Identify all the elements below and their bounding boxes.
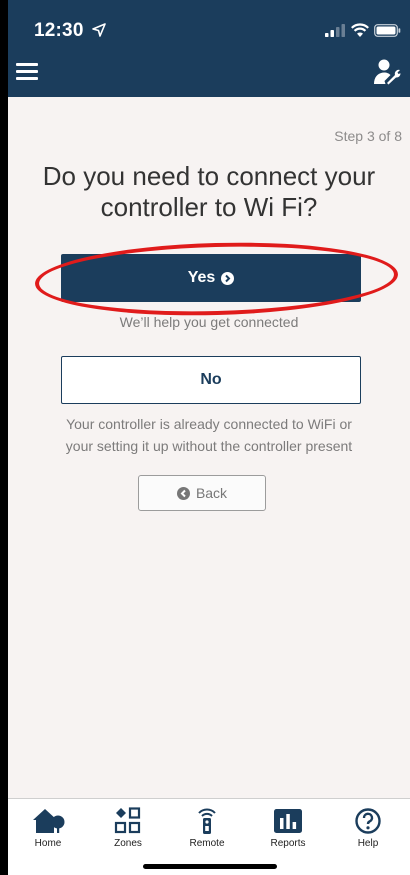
tab-help-label: Help [357,838,379,849]
app-screen: 12:30 Step 3 of 8 Do you need to connect… [8,0,410,875]
no-description: Your controller is already connected to … [8,413,410,457]
tab-zones-label: Zones [114,838,142,849]
no-button[interactable]: No [61,356,361,404]
battery-icon [374,24,401,37]
cellular-signal-icon [325,24,345,37]
tab-help[interactable]: Help [338,807,398,849]
chevron-left-circle-icon [176,486,190,500]
tab-home[interactable]: Home [18,807,78,849]
page-title: Do you need to connect your controller t… [42,161,376,222]
tab-reports-label: Reports [270,838,306,849]
tab-reports[interactable]: Reports [258,807,318,849]
step-indicator: Step 3 of 8 [334,128,402,144]
no-description-line-1: Your controller is already connected to … [66,416,352,432]
yes-description: We’ll help you get connected [119,314,299,330]
yes-button-label: Yes [187,269,216,286]
home-icon [33,809,65,833]
no-description-line-2: your setting it up without the controlle… [65,438,353,454]
location-arrow-icon [92,23,106,37]
back-button-label: Back [195,485,228,501]
wifi-icon [351,23,369,37]
zones-icon [114,807,141,834]
tab-remote[interactable]: Remote [177,807,237,849]
help-icon [355,808,381,834]
header-bar: 12:30 [8,0,410,97]
remote-icon [198,808,216,834]
home-indicator [143,864,277,869]
back-button[interactable]: Back [138,475,266,511]
yes-button[interactable]: Yes [61,254,361,302]
tab-home-label: Home [34,838,62,849]
tab-remote-label: Remote [189,838,225,849]
user-wrench-icon[interactable] [373,58,401,86]
tab-zones[interactable]: Zones [98,807,158,849]
status-time: 12:30 [34,20,84,41]
reports-icon [274,809,302,833]
hamburger-icon[interactable] [16,63,38,81]
chevron-right-circle-icon [221,271,235,285]
